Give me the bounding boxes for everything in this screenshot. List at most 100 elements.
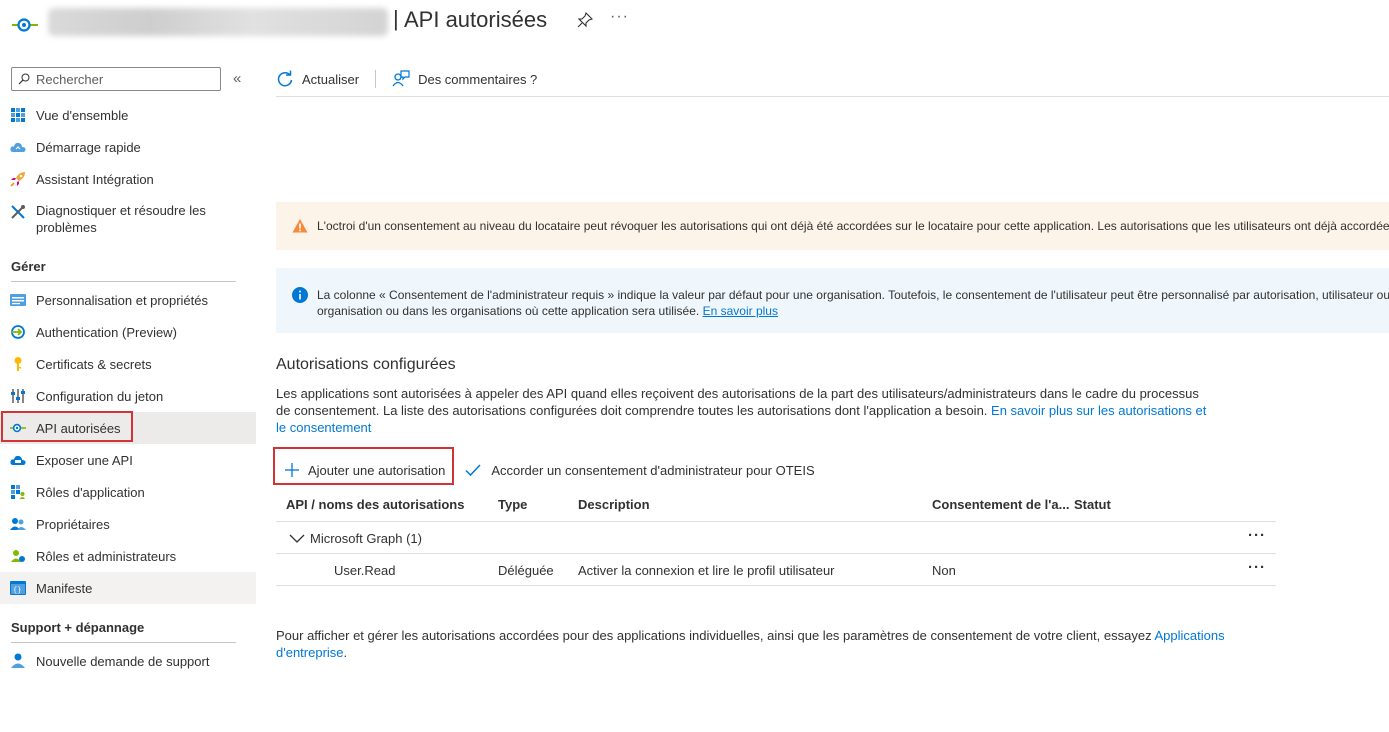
sidebar-item-label: Rôles et administrateurs [36,548,177,564]
sidebar-item-label: Vue d'ensemble [36,107,129,123]
feedback-icon [392,70,410,87]
group-more-options-icon[interactable]: ··· [1248,527,1266,544]
sidebar-item-label: Manifeste [36,580,93,596]
sidebar-item-label: Rôles d'application [36,484,145,500]
highlight-outline [1,411,133,442]
pin-icon[interactable] [577,11,594,28]
sidebar-item-label: Nouvelle demande de support [36,653,210,669]
svg-text:{}: {} [13,587,21,595]
refresh-button[interactable]: Actualiser [276,70,359,88]
sidebar-item-new-support-request[interactable]: Nouvelle demande de support [0,645,256,677]
app-registration-icon [10,12,40,36]
permission-type: Déléguée [498,563,554,578]
sidebar-item-label: Authentication (Preview) [36,324,177,340]
authentication-icon [10,324,26,340]
overview-grid-icon [10,107,26,123]
expose-api-cloud-icon [10,452,26,468]
sidebar-item-branding[interactable]: Personnalisation et propriétés [0,284,256,316]
sidebar-item-label: Personnalisation et propriétés [36,292,208,308]
section-header-support: Support + dépannage [11,620,145,635]
command-bar: Actualiser Des commentaires ? [276,64,537,94]
sidebar-item-expose-api[interactable]: Exposer une API [0,444,256,476]
warning-banner: L'octroi d'un consentement au niveau du … [276,202,1389,250]
rocket-icon [10,171,26,187]
sidebar-item-owners[interactable]: Propriétaires [0,508,256,540]
owners-icon [10,516,26,532]
sidebar-item-roles-admins[interactable]: Rôles et administrateurs [0,540,256,572]
sidebar-item-label: Certificats & secrets [36,356,152,372]
refresh-icon [277,70,293,87]
column-header-type[interactable]: Type [498,497,527,512]
warning-text: L'octroi d'un consentement au niveau du … [317,219,1389,233]
more-options-icon[interactable]: ··· [610,8,629,26]
sidebar-item-integration-assistant[interactable]: Assistant Intégration [0,163,256,195]
enterprise-apps-note: Pour afficher et gérer les autorisations… [276,627,1236,661]
permission-description: Activer la connexion et lire le profil u… [578,563,835,578]
sidebar-item-app-roles[interactable]: Rôles d'application [0,476,256,508]
section-divider [11,281,236,282]
search-input[interactable] [36,70,216,88]
sidebar-item-label: Propriétaires [36,516,110,532]
info-banner: La colonne « Consentement de l'administr… [276,268,1389,333]
sidebar-item-certificates[interactable]: Certificats & secrets [0,348,256,380]
footer-text: Pour afficher et gérer les autorisations… [276,628,1152,643]
wrench-icon [10,204,26,220]
checkmark-icon [465,464,481,477]
highlight-outline [273,447,454,485]
sidebar-item-token-config[interactable]: Configuration du jeton [0,380,256,412]
section-divider [11,642,236,643]
search-icon [18,73,30,85]
table-divider [276,585,1276,586]
column-header-description[interactable]: Description [578,497,650,512]
permission-admin-consent: Non [932,563,956,578]
collapse-sidebar-button[interactable]: « [233,70,241,87]
info-text-line1: La colonne « Consentement de l'administr… [317,288,1389,302]
sidebar-item-label: Configuration du jeton [36,388,164,404]
row-more-options-icon[interactable]: ··· [1248,559,1266,576]
sidebar-item-quickstart[interactable]: Démarrage rapide [0,131,256,163]
app-name-obscured [48,8,388,36]
app-roles-icon [10,484,26,500]
manifest-icon: {} [10,580,26,596]
support-person-icon [10,653,26,669]
sidebar-item-overview[interactable]: Vue d'ensemble [0,99,256,131]
token-config-icon [10,388,26,404]
toolbar-divider [276,96,1389,97]
table-divider [276,521,1276,522]
feedback-label: Des commentaires ? [418,71,538,87]
quickstart-cloud-icon [10,139,26,155]
toolbar-separator [375,70,377,88]
column-header-api-name[interactable]: API / noms des autorisations [286,497,464,512]
title-separator: | [393,6,399,31]
configured-permissions-heading: Autorisations configurées [276,356,456,373]
roles-admins-icon [10,548,26,564]
key-icon [10,356,26,372]
feedback-button[interactable]: Des commentaires ? [392,70,537,88]
info-icon [292,287,308,303]
section-header-manage: Gérer [11,259,46,274]
column-header-status[interactable]: Statut [1074,497,1111,512]
sidebar-item-diagnose[interactable]: Diagnostiquer et résoudre les problèmes [0,202,256,242]
sidebar-item-authentication[interactable]: Authentication (Preview) [0,316,256,348]
sidebar-item-label: Exposer une API [36,452,133,468]
chevron-down-icon[interactable] [289,534,305,544]
sidebar-item-manifest[interactable]: {} Manifeste [0,572,256,604]
microsoft-graph-group-link[interactable]: Microsoft Graph (1) [310,531,422,546]
table-divider [276,553,1276,554]
sidebar-item-label: Assistant Intégration [36,171,154,187]
info-text-line2: organisation ou dans les organisations o… [317,304,700,318]
refresh-label: Actualiser [302,71,360,87]
footer-period: . [343,645,348,660]
page-title: API autorisées [404,7,548,32]
sidebar-item-label: Diagnostiquer et résoudre les problèmes [36,203,206,235]
grant-admin-consent-label: Accorder un consentement d'administrateu… [491,462,815,478]
permission-name-link[interactable]: User.Read [334,563,395,578]
sidebar-item-label: Démarrage rapide [36,139,141,155]
warning-icon [292,219,308,233]
learn-more-link[interactable]: En savoir plus [703,304,778,318]
sidebar-search[interactable] [11,67,221,91]
configured-permissions-description: Les applications sont autorisées à appel… [276,385,1216,436]
branding-icon [10,292,26,308]
column-header-admin-consent[interactable]: Consentement de l'a... [932,497,1069,512]
grant-admin-consent-button[interactable]: Accorder un consentement d'administrateu… [465,462,815,478]
